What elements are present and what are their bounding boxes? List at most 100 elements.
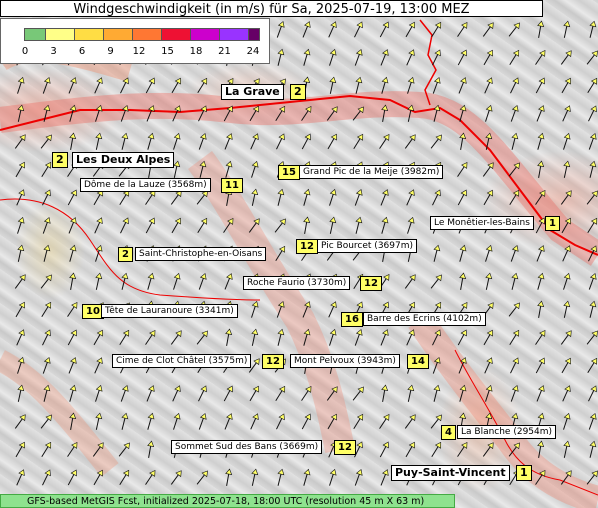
speed-badge-puy-saint-vincent: 1 (516, 465, 532, 481)
wind-arrow (250, 413, 259, 430)
wind-arrow (588, 272, 597, 290)
wind-arrow (277, 48, 285, 66)
wind-arrow (170, 470, 182, 485)
wind-arrow (67, 329, 77, 346)
wind-arrow (69, 272, 77, 290)
wind-arrow (432, 76, 441, 94)
wind-arrow (563, 300, 571, 318)
wind-arrow (173, 272, 181, 290)
wind-arrow (588, 412, 597, 430)
wind-arrow (303, 216, 311, 234)
wind-arrow (251, 188, 259, 206)
wind-arrow (145, 330, 156, 345)
wind-arrow (485, 244, 493, 262)
wind-map: Windgeschwindigkeit (in m/s) für Sa, 202… (0, 0, 598, 508)
wind-arrow (536, 245, 545, 262)
wind-arrow (250, 133, 259, 150)
wind-arrow (119, 469, 130, 486)
wind-arrow (224, 133, 233, 150)
wind-arrow (14, 274, 26, 289)
wind-arrow (95, 132, 103, 150)
wind-arrow (511, 132, 519, 150)
wind-arrow (560, 50, 572, 65)
wind-arrow (379, 441, 389, 458)
place-label-puy-saint-vincent: Puy-Saint-Vincent (391, 465, 510, 481)
wind-arrow (509, 49, 520, 66)
wind-arrow (225, 328, 233, 346)
wind-arrow (94, 217, 103, 234)
wind-arrow (485, 272, 493, 290)
wind-arrow (535, 50, 546, 65)
place-label-grand-pic-de-la-meije: Grand Pic de la Meije (3982m) (299, 165, 444, 179)
legend-color-swatch (45, 28, 75, 41)
wind-arrow (147, 440, 155, 458)
place-label-le-monetier-les-bains: Le Monêtier-les-Bains (430, 216, 534, 230)
legend-tick-label: 21 (218, 46, 231, 57)
place-label-roche-faurio: Roche Faurio (3730m) (243, 276, 351, 290)
wind-arrow (537, 272, 545, 290)
wind-arrow (251, 468, 259, 486)
wind-arrow (586, 190, 598, 205)
place-label-dome-de-la-lauze: Dôme de la Lauze (3568m) (80, 178, 211, 192)
wind-arrow (301, 413, 311, 430)
wind-arrow (69, 132, 77, 150)
wind-arrow (251, 328, 259, 346)
wind-arrow (535, 357, 545, 374)
wind-arrow (173, 412, 181, 430)
wind-arrow (562, 105, 571, 122)
wind-arrow (561, 357, 571, 374)
wind-arrow (147, 412, 155, 430)
speed-badge-pic-bourcet: 12 (296, 239, 318, 254)
wind-arrow (457, 162, 468, 177)
wind-arrow (560, 190, 572, 205)
wind-arrow (482, 442, 494, 457)
wind-arrow (586, 330, 598, 345)
wind-arrow (407, 216, 415, 234)
wind-arrow (404, 274, 416, 289)
wind-arrow (224, 273, 233, 290)
wind-arrow (510, 77, 519, 94)
wind-arrow (380, 469, 389, 486)
wind-arrow (563, 132, 571, 150)
wind-arrow (535, 77, 545, 94)
wind-arrow (198, 132, 207, 150)
place-label-mont-pelvoux: Mont Pelvoux (3943m) (290, 354, 400, 368)
wind-arrow (145, 77, 155, 94)
wind-arrow (16, 189, 25, 206)
wind-arrow (457, 49, 467, 66)
wind-arrow (561, 77, 571, 94)
wind-arrow (118, 442, 130, 457)
wind-arrow (430, 274, 442, 289)
legend-tick-label: 6 (78, 46, 86, 57)
wind-arrow (276, 413, 285, 430)
wind-arrow (277, 328, 285, 346)
wind-arrow (536, 105, 545, 122)
wind-arrow (67, 469, 77, 486)
place-label-les-deux-alpes: Les Deux Alpes (72, 152, 175, 168)
wind-arrow (483, 329, 493, 346)
speed-badge-barre-des-ecrins: 16 (341, 312, 363, 327)
legend-color-swatch (103, 28, 133, 41)
wind-arrow (198, 272, 207, 290)
speed-badge-dome-de-la-lauze: 11 (221, 178, 243, 193)
place-label-pic-bourcet: Pic Bourcet (3697m) (317, 239, 417, 253)
wind-arrow (251, 160, 259, 178)
wind-arrow (42, 469, 51, 486)
legend-tick-label: 9 (107, 46, 114, 57)
speed-badge-sommet-sud-des-bans: 12 (334, 440, 356, 455)
wind-arrow (459, 244, 467, 262)
speed-badge-mont-pelvoux: 14 (407, 354, 429, 369)
map-title: Windgeschwindigkeit (in m/s) für Sa, 202… (0, 0, 543, 17)
wind-arrow (119, 329, 130, 346)
wind-arrow (16, 329, 25, 346)
wind-arrow (68, 77, 77, 94)
wind-arrow (275, 385, 286, 402)
wind-arrow (196, 330, 208, 345)
wind-arrow (17, 76, 25, 94)
wind-arrow (484, 77, 493, 94)
wind-arrow (483, 189, 493, 206)
legend-color-swatch (24, 28, 46, 41)
wind-arrow (588, 132, 597, 150)
wind-arrow (510, 244, 519, 262)
wind-arrow (354, 48, 363, 66)
